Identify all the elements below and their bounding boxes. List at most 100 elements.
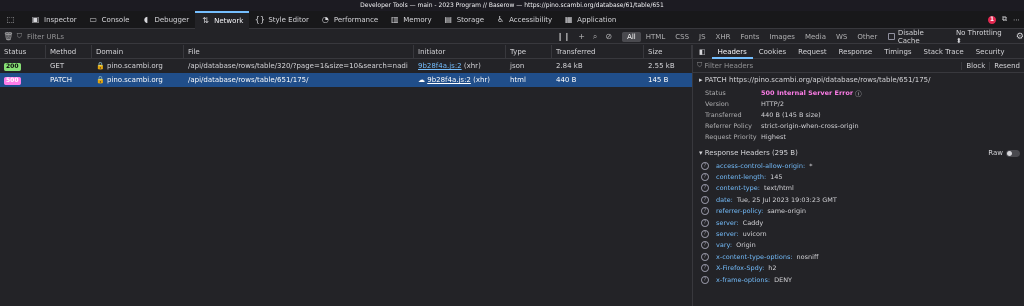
column-method[interactable]: Method xyxy=(46,44,92,59)
tab-security[interactable]: Security xyxy=(970,45,1011,59)
initiator-type: (xhr) xyxy=(463,62,481,70)
column-file[interactable]: File xyxy=(184,44,414,59)
type-filter-fonts[interactable]: Fonts xyxy=(735,32,764,42)
tab-performance[interactable]: ◔ Performance xyxy=(315,11,384,29)
tab-storage[interactable]: ▤ Storage xyxy=(438,11,490,29)
filter-headers-input[interactable]: ⛉ Filter Headers Block Resend xyxy=(693,59,1024,73)
help-icon[interactable]: ? xyxy=(701,241,709,250)
tab-response[interactable]: Response xyxy=(833,45,879,59)
help-icon[interactable]: ? xyxy=(701,161,709,170)
initiator-type: (xhr) xyxy=(473,76,491,84)
type-cell: html xyxy=(510,76,526,84)
request-line[interactable]: ▸ PATCH https://pino.scambi.org/api/data… xyxy=(693,73,1024,87)
type-filter-other[interactable]: Other xyxy=(852,32,882,42)
summary-key: Transferred xyxy=(705,110,742,119)
more-options-icon[interactable]: ⋯ xyxy=(1013,16,1020,24)
type-filter-css[interactable]: CSS xyxy=(670,32,694,42)
type-filter-images[interactable]: Images xyxy=(764,32,800,42)
column-domain[interactable]: Domain xyxy=(92,44,184,59)
initiator-link[interactable]: 9b28f4a.js:2 xyxy=(418,62,462,70)
tab-label: Performance xyxy=(333,15,379,24)
header-value: Caddy xyxy=(742,218,764,227)
type-filter-ws[interactable]: WS xyxy=(831,32,852,42)
filter-icon: ⛉ xyxy=(697,61,705,69)
column-transferred[interactable]: Transferred xyxy=(552,44,644,59)
help-icon[interactable]: ? xyxy=(701,252,709,261)
type-filter-all[interactable]: All xyxy=(622,31,641,42)
memory-icon: ▥ xyxy=(390,15,399,24)
tab-timings[interactable]: Timings xyxy=(878,45,917,59)
block-button[interactable]: Block xyxy=(961,61,989,70)
help-icon[interactable]: ? xyxy=(701,207,709,216)
clear-log-icon[interactable]: 🗑 xyxy=(0,32,17,41)
response-header-row: ? date: Tue, 25 Jul 2023 19:03:23 GMT xyxy=(693,194,1024,205)
type-filter-js[interactable]: JS xyxy=(694,32,711,42)
help-icon[interactable]: ? xyxy=(701,173,709,182)
response-headers-section[interactable]: ▾ Response Headers (295 B) Raw xyxy=(693,146,1024,160)
block-icon[interactable]: ⊘ xyxy=(605,32,612,41)
summary-key: Referrer Policy xyxy=(705,121,753,130)
column-initiator[interactable]: Initiator xyxy=(414,44,506,59)
summary-status: Status 500 Internal Server Error ⓘ xyxy=(693,87,1024,98)
tab-label: Debugger xyxy=(154,15,190,24)
gear-icon[interactable]: ⚙ xyxy=(1016,32,1024,42)
help-icon[interactable]: ? xyxy=(701,195,709,204)
resend-button[interactable]: Resend xyxy=(989,61,1024,70)
tab-label: Application xyxy=(577,15,617,24)
devtools-toolbar: ⬚ ▣ Inspector ▭ Console ◖ Debugger ⇅ Network… xyxy=(0,10,1024,29)
type-filter-xhr[interactable]: XHR xyxy=(711,32,736,42)
search-icon[interactable]: ⌕ xyxy=(593,32,597,42)
column-status[interactable]: Status xyxy=(0,44,46,59)
network-filterbar: 🗑 ⛉ Filter URLs ❙❙ + ⌕ ⊘ All HTML CSS JS … xyxy=(0,29,1024,45)
disable-cache-checkbox[interactable]: Disable Cache xyxy=(888,29,944,45)
header-value: Tue, 25 Jul 2023 19:03:23 GMT xyxy=(736,195,837,204)
tab-application[interactable]: ▦ Application xyxy=(558,11,622,29)
help-icon[interactable]: ? xyxy=(701,264,709,273)
table-row[interactable]: 500 PATCH 🔒 pino.scambi.org /api/databas… xyxy=(0,73,692,87)
column-size[interactable]: Size xyxy=(644,44,692,59)
error-count-badge[interactable]: 1 xyxy=(988,15,996,24)
help-icon[interactable]: ? xyxy=(701,218,709,227)
tab-debugger[interactable]: ◖ Debugger xyxy=(135,11,195,29)
tab-cookies[interactable]: Cookies xyxy=(753,45,792,59)
header-name: X-Firefox-Spdy: xyxy=(716,264,765,273)
tab-console[interactable]: ▭ Console xyxy=(83,11,136,29)
response-header-row: ? access-control-allow-origin: * xyxy=(693,160,1024,171)
tab-network[interactable]: ⇅ Network xyxy=(195,10,250,29)
type-filter-media[interactable]: Media xyxy=(800,32,831,42)
filter-placeholder: Filter URLs xyxy=(26,32,65,41)
raw-toggle[interactable]: Raw xyxy=(988,149,1020,157)
column-type[interactable]: Type xyxy=(506,44,552,59)
tab-stack-trace[interactable]: Stack Trace xyxy=(918,45,970,59)
table-row[interactable]: 200 GET 🔒 pino.scambi.org /api/database/… xyxy=(0,59,692,73)
summary-value: 500 Internal Server Error xyxy=(761,88,854,97)
summary-key: Status xyxy=(705,88,726,97)
help-icon[interactable]: ⓘ xyxy=(853,88,862,98)
filter-urls-input[interactable]: ⛉ Filter URLs xyxy=(17,32,537,41)
help-icon[interactable]: ? xyxy=(701,275,709,284)
toggle-panel-icon[interactable]: ◧ xyxy=(693,45,712,59)
tab-headers[interactable]: Headers xyxy=(711,44,753,59)
header-name: content-length: xyxy=(716,173,767,182)
add-icon[interactable]: + xyxy=(578,32,585,41)
help-icon[interactable]: ? xyxy=(701,230,709,239)
pause-icon[interactable]: ❙❙ xyxy=(557,32,570,41)
tab-style-editor[interactable]: {} Style Editor xyxy=(249,11,315,29)
dock-icon[interactable]: ⧉ xyxy=(1002,15,1007,24)
throttling-select[interactable]: No Throttling ⬍ xyxy=(956,29,1006,45)
tab-memory[interactable]: ▥ Memory xyxy=(384,11,437,29)
tab-label: Inspector xyxy=(44,15,77,24)
checkbox-box xyxy=(888,33,895,40)
help-icon[interactable]: ? xyxy=(701,184,709,193)
tab-request[interactable]: Request xyxy=(792,45,832,59)
pick-element-button[interactable]: ⬚ xyxy=(0,11,25,29)
header-name: date: xyxy=(716,195,733,204)
tab-inspector[interactable]: ▣ Inspector xyxy=(25,11,83,29)
response-header-row: ? X-Firefox-Spdy: h2 xyxy=(693,263,1024,274)
type-filters: All HTML CSS JS XHR Fonts Images Media W… xyxy=(622,31,882,42)
tab-label: Memory xyxy=(403,15,432,24)
initiator-link[interactable]: 9b28f4a.js:2 xyxy=(427,76,471,84)
type-filter-html[interactable]: HTML xyxy=(641,32,670,42)
header-value: same-origin xyxy=(767,207,807,216)
tab-accessibility[interactable]: ♿ Accessibility xyxy=(490,11,558,29)
